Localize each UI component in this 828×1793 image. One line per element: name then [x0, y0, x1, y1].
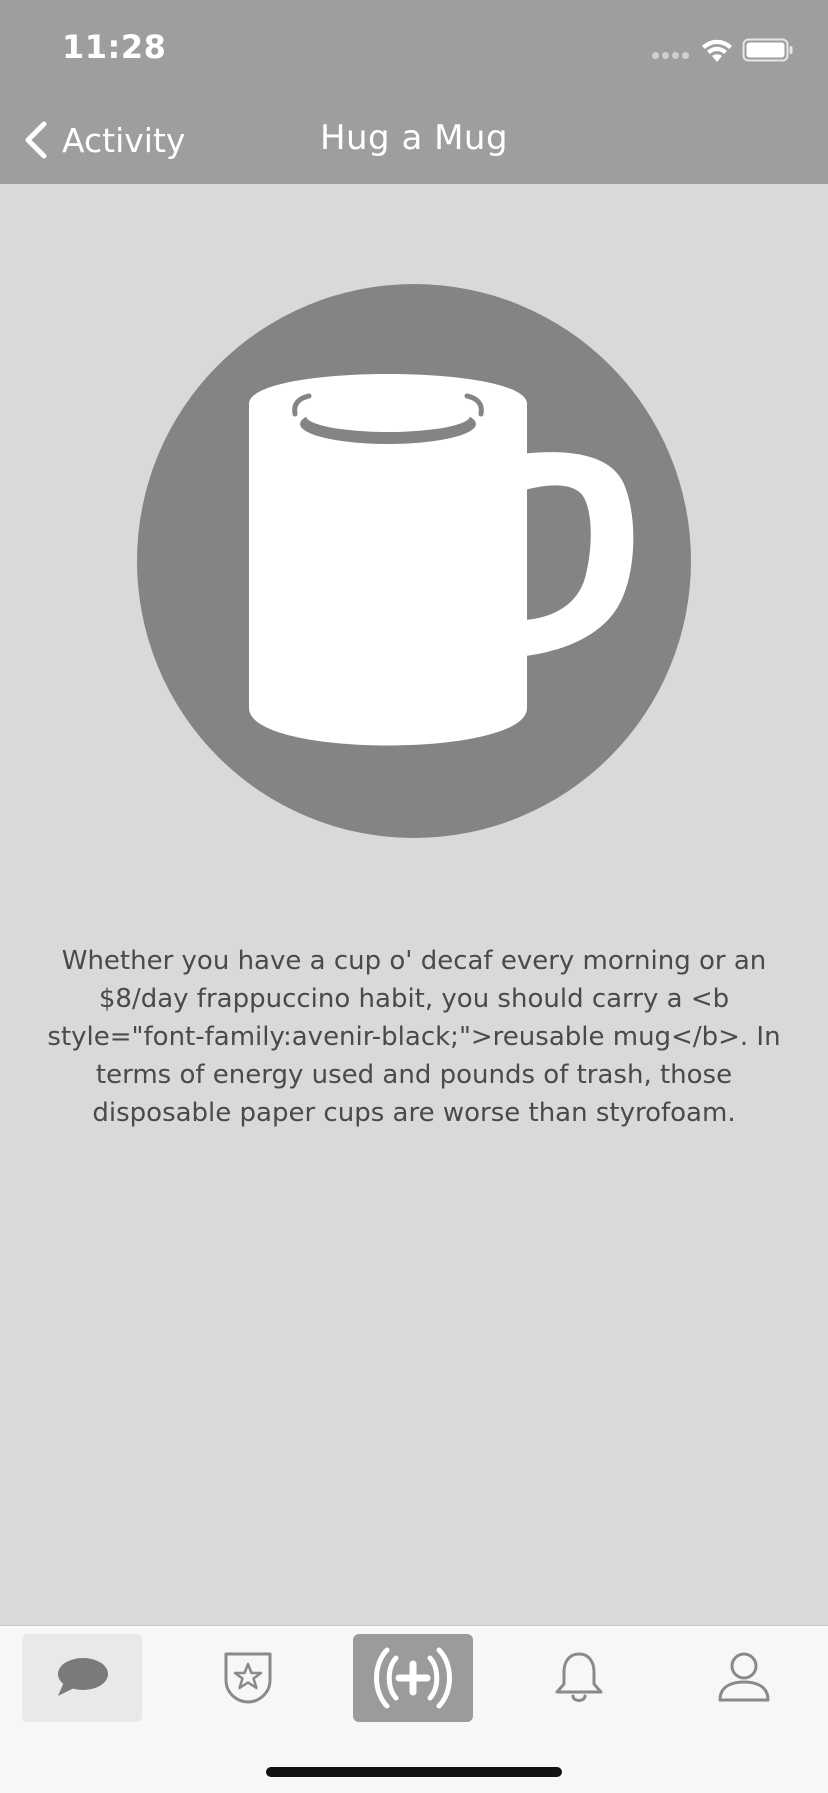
page-title: Hug a Mug	[319, 118, 509, 158]
mug-icon	[249, 374, 634, 746]
person-icon	[718, 1652, 770, 1702]
broadcast-plus-icon	[374, 1647, 452, 1709]
status-time: 11:28	[62, 28, 167, 66]
tab-achievements[interactable]	[188, 1634, 308, 1722]
bell-icon	[555, 1652, 603, 1702]
tab-profile[interactable]	[684, 1634, 804, 1722]
tab-take-action[interactable]	[353, 1634, 473, 1722]
battery-icon	[742, 38, 793, 62]
navigation-bar: Activity Hug a Mug	[0, 96, 828, 184]
activity-description: Whether you have a cup o' decaf every mo…	[47, 946, 781, 1128]
status-bar: 11:28	[0, 0, 828, 96]
tab-chat[interactable]	[22, 1634, 142, 1722]
hero-circle	[137, 284, 691, 838]
cellular-signal-icon	[652, 52, 689, 59]
chat-bubble-icon	[58, 1658, 108, 1696]
wifi-icon	[702, 39, 732, 62]
tab-bar	[0, 1625, 828, 1793]
tab-notifications[interactable]	[519, 1634, 639, 1722]
star-badge-icon	[224, 1652, 272, 1704]
home-indicator	[266, 1767, 562, 1777]
